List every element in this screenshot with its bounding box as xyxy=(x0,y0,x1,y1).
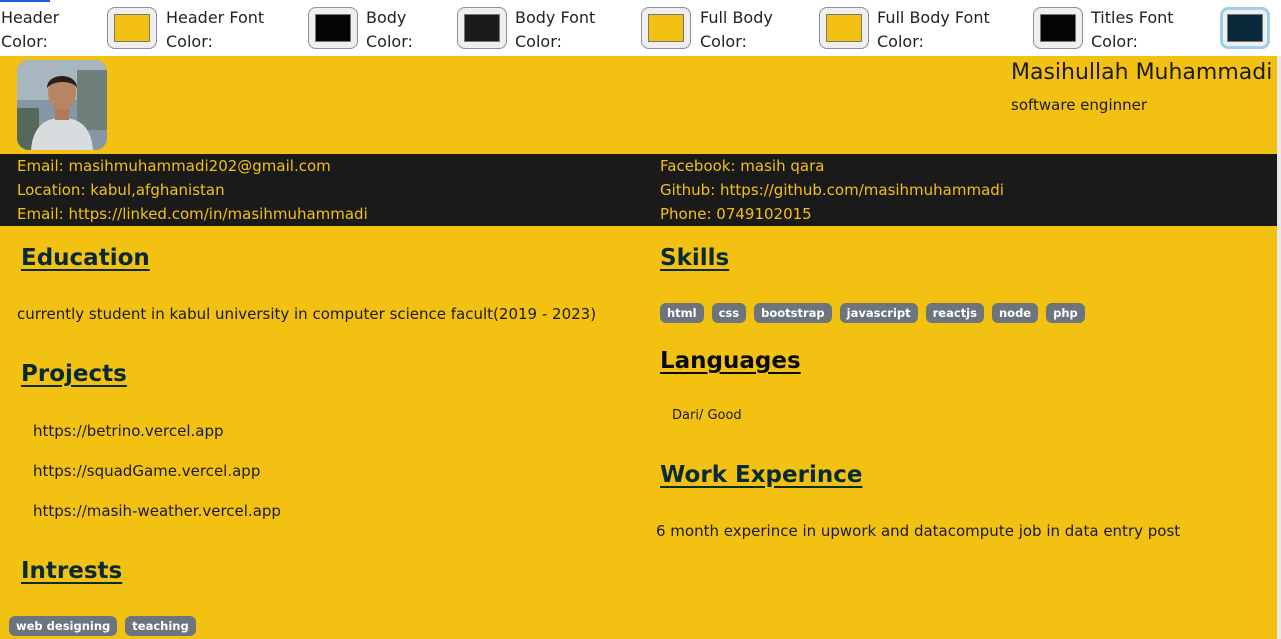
project-item-3[interactable]: https://masih-weather.vercel.app xyxy=(33,502,281,520)
header-font-color-label: Header Font Color: xyxy=(166,8,265,51)
skills-badges: html css bootstrap javascript reactjs no… xyxy=(660,303,1085,323)
skills-title: Skills xyxy=(660,245,730,271)
education-text: currently student in kabul university in… xyxy=(17,305,597,323)
resume-header: Masihullah Muhammadi software enginner xyxy=(0,56,1277,154)
header-font-color-swatch xyxy=(315,14,351,42)
body-color-label: Body Color: xyxy=(366,8,413,51)
titles-font-color-label: Titles Font Color: xyxy=(1091,8,1174,51)
interests-badges: web designing teaching xyxy=(9,616,196,636)
interest-badge-web-designing: web designing xyxy=(9,616,118,636)
contact-bar: Email: masihmuhammadi202@gmail.com Locat… xyxy=(0,154,1277,226)
profile-avatar xyxy=(17,60,107,150)
full-body-font-color-swatch xyxy=(1040,14,1076,42)
skill-badge-bootstrap: bootstrap xyxy=(754,303,832,323)
top-link-underline xyxy=(0,0,50,2)
projects-title: Projects xyxy=(21,361,127,387)
full-body-color-label: Full Body Color: xyxy=(700,8,773,51)
header-color-picker[interactable] xyxy=(107,7,157,49)
color-toolbar: Header Color: Header Font Color: Body Co… xyxy=(0,0,1281,56)
contact-linkedin: Email: https://linked.com/in/masihmuhamm… xyxy=(17,205,368,223)
header-color-swatch xyxy=(114,14,150,42)
profile-name: Masihullah Muhammadi xyxy=(1011,60,1273,85)
contact-email: Email: masihmuhammadi202@gmail.com xyxy=(17,157,331,175)
skill-badge-html: html xyxy=(660,303,704,323)
project-item-2[interactable]: https://squadGame.vercel.app xyxy=(33,462,260,480)
full-body-color-swatch xyxy=(826,14,862,42)
header-font-color-picker[interactable] xyxy=(308,7,358,49)
body-color-swatch xyxy=(464,14,500,42)
interests-title: Intrests xyxy=(21,558,123,584)
body-color-picker[interactable] xyxy=(457,7,507,49)
titles-font-color-swatch xyxy=(1227,14,1263,42)
contact-phone: Phone: 0749102015 xyxy=(660,205,812,223)
skill-badge-javascript: javascript xyxy=(839,303,918,323)
full-body-color-picker[interactable] xyxy=(819,7,869,49)
interest-badge-teaching: teaching xyxy=(125,616,196,636)
skill-badge-php: php xyxy=(1046,303,1085,323)
titles-font-color-picker[interactable] xyxy=(1220,7,1270,49)
contact-location: Location: kabul,afghanistan xyxy=(17,181,225,199)
contact-facebook: Facebook: masih qara xyxy=(660,157,825,175)
header-color-label: Header Color: xyxy=(1,8,60,51)
body-font-color-label: Body Font Color: xyxy=(515,8,596,51)
project-item-1[interactable]: https://betrino.vercel.app xyxy=(33,422,224,440)
page-right-edge xyxy=(1277,56,1281,639)
skill-badge-reactjs: reactjs xyxy=(925,303,984,323)
resume-body: Education currently student in kabul uni… xyxy=(0,226,1277,639)
languages-title: Languages xyxy=(660,348,801,374)
work-title: Work Experince xyxy=(660,462,863,488)
contact-github: Github: https://github.com/masihmuhammad… xyxy=(660,181,1004,199)
full-body-font-color-picker[interactable] xyxy=(1033,7,1083,49)
language-item: Dari/ Good xyxy=(672,408,742,423)
body-font-color-swatch xyxy=(648,14,684,42)
skill-badge-node: node xyxy=(991,303,1039,323)
body-font-color-picker[interactable] xyxy=(641,7,691,49)
skill-badge-css: css xyxy=(711,303,747,323)
work-text: 6 month experince in upwork and datacomp… xyxy=(656,522,1181,540)
profile-photo xyxy=(17,60,107,150)
profile-role: software enginner xyxy=(1011,96,1148,114)
full-body-font-color-label: Full Body Font Color: xyxy=(877,8,990,51)
education-title: Education xyxy=(21,245,150,271)
